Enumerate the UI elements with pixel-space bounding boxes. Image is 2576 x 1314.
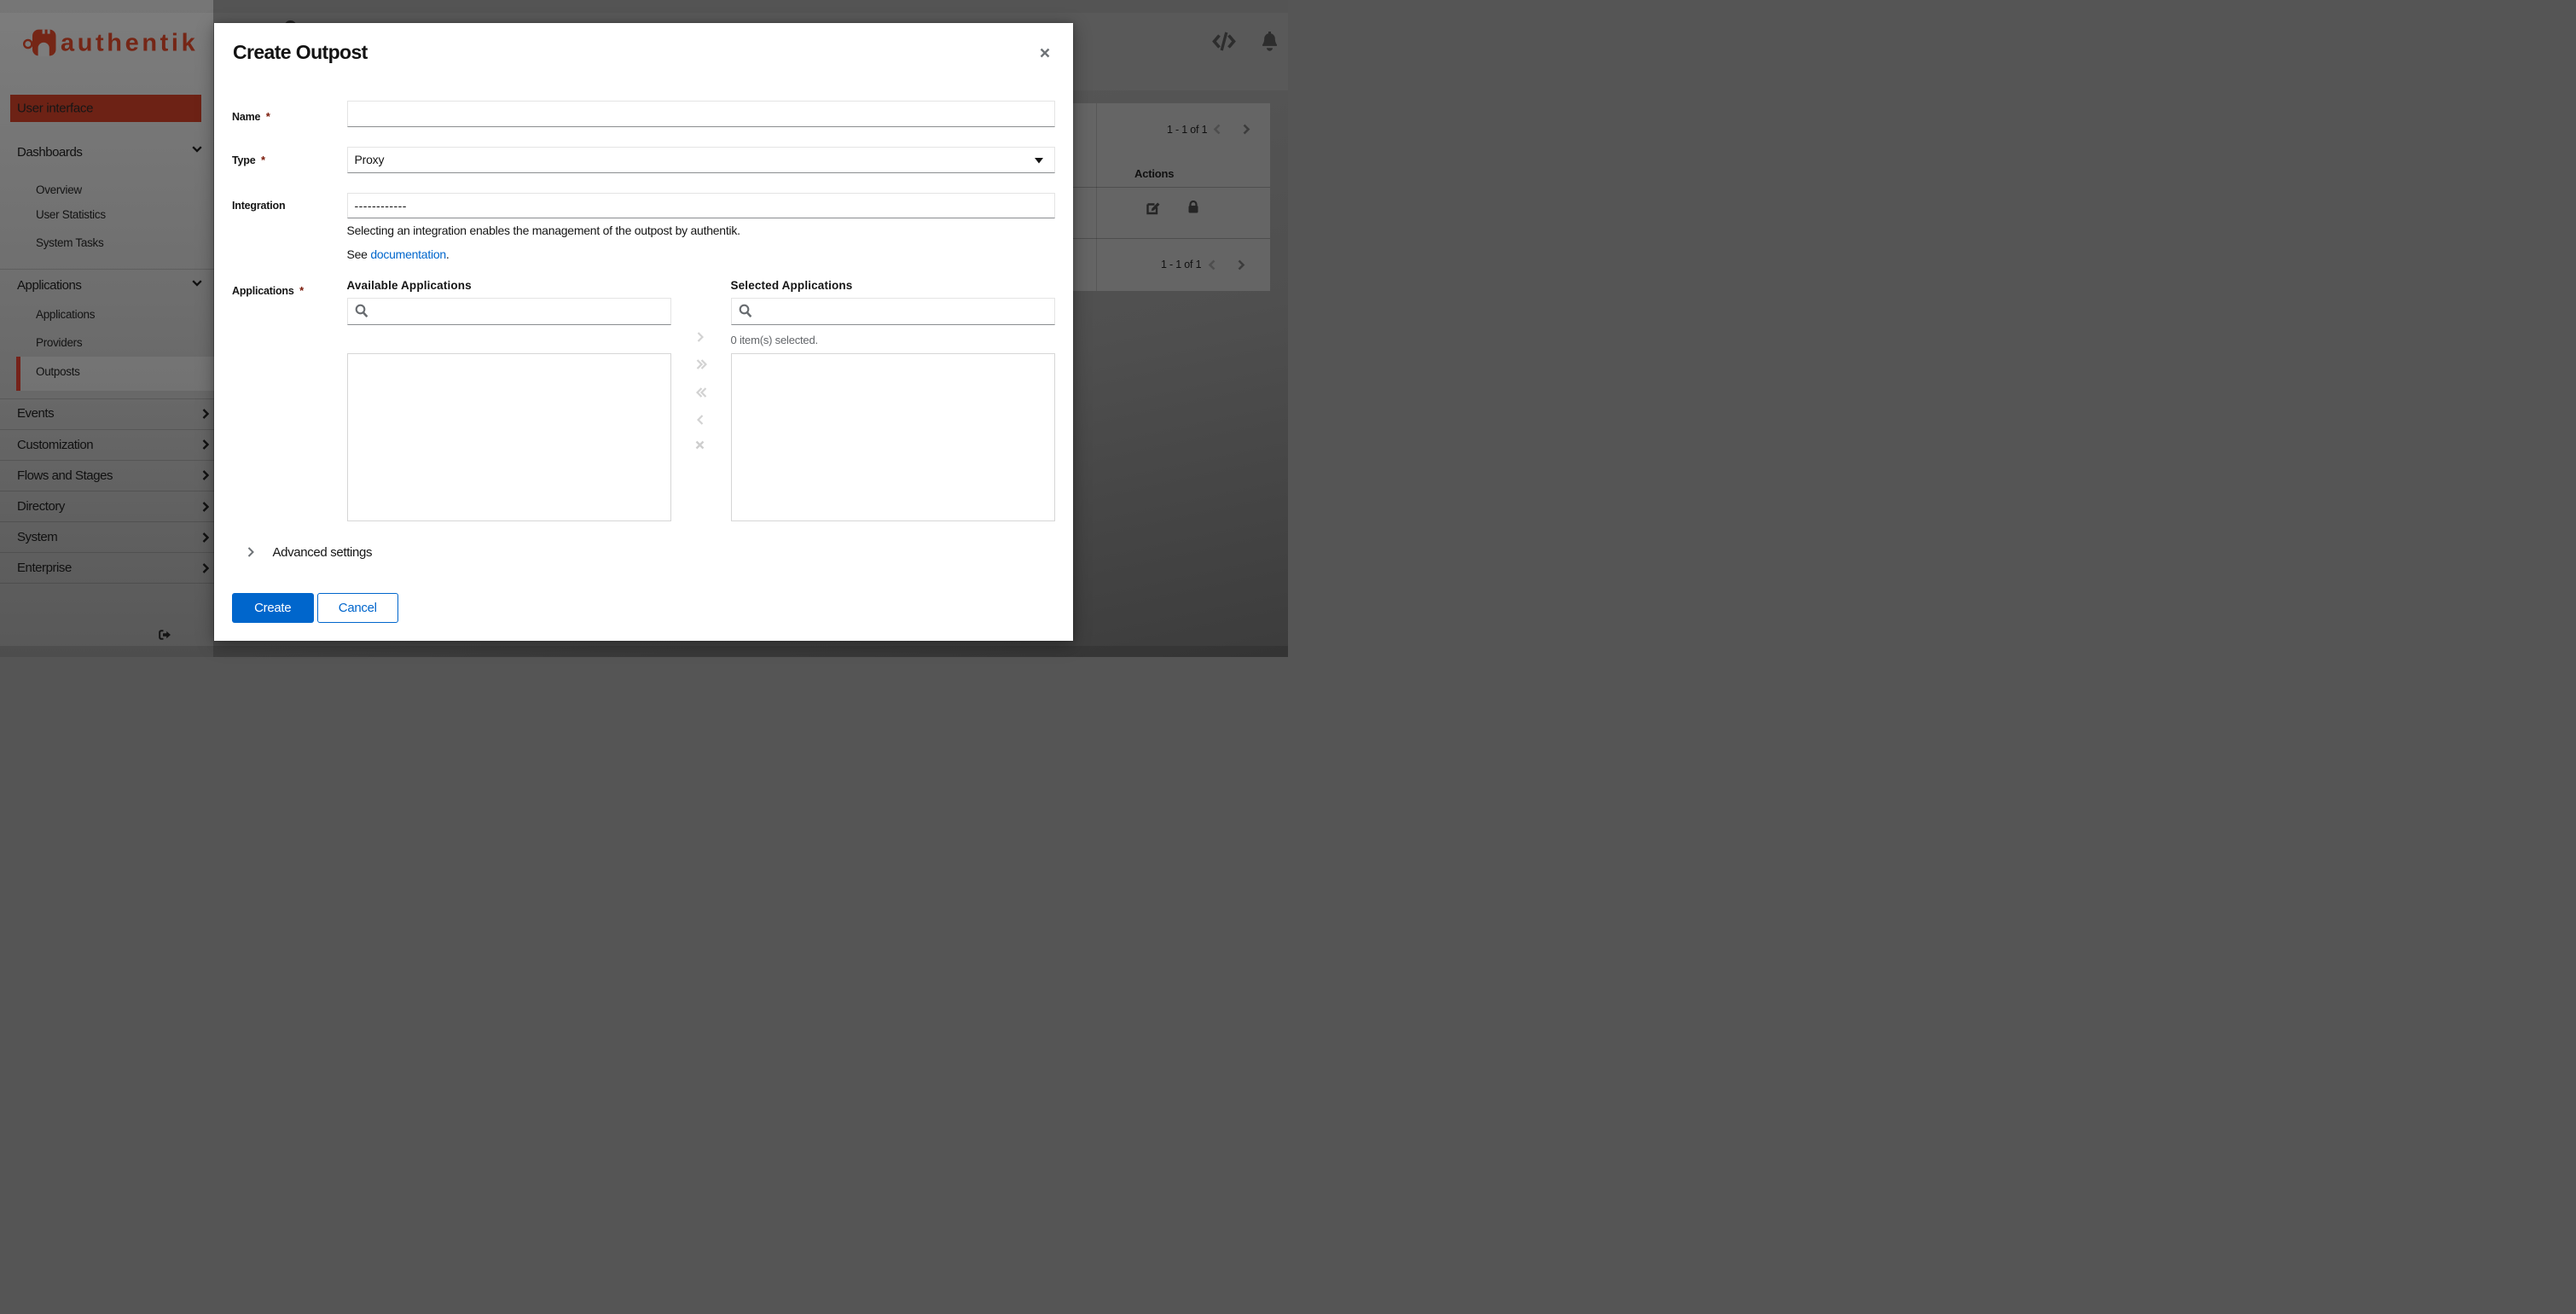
svg-text:authentik: authentik — [61, 30, 198, 57]
